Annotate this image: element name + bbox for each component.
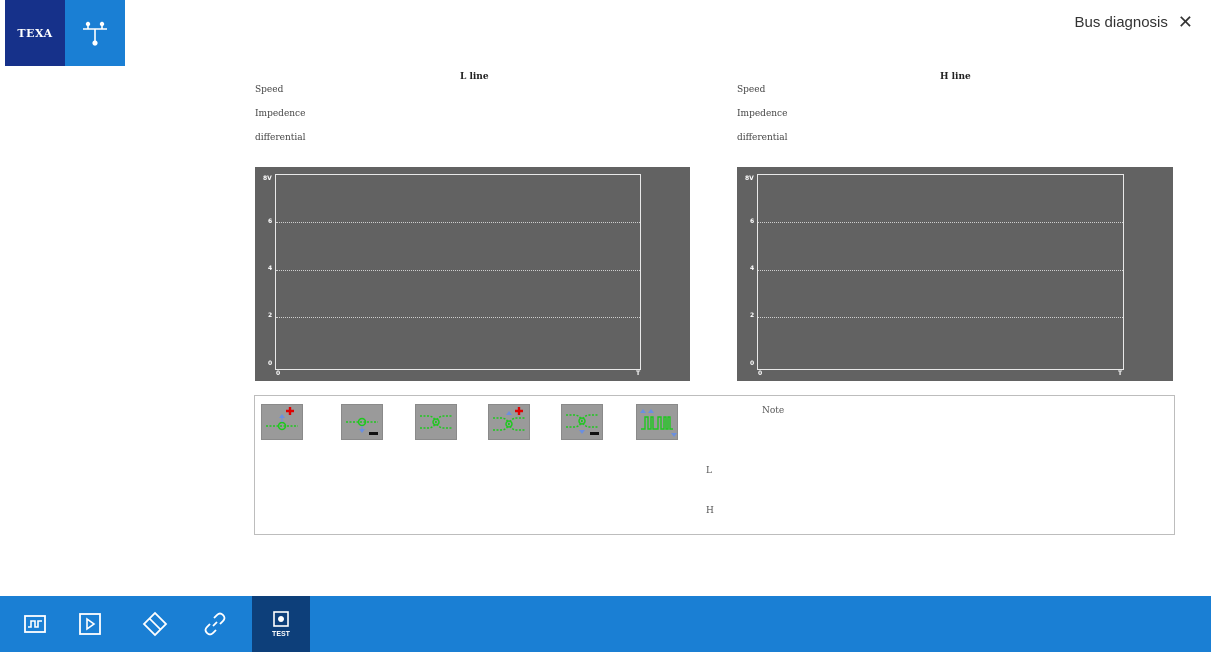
bottom-toolbar: TEST [0,596,1211,652]
line-connection-icon [420,415,452,429]
test-icon [273,610,289,627]
short-to-positive-button[interactable] [261,404,303,440]
l-line-plot-area [275,174,641,370]
short-to-ground-button[interactable] [341,404,383,440]
line-connection-ground-icon [566,414,599,435]
signal-waveform-icon [640,409,677,437]
play-button[interactable] [69,596,111,652]
l-differential-label: differential [255,133,306,143]
note-label: Note [762,406,785,416]
x-tick: 0 [758,370,763,377]
gridline [276,270,640,271]
gridline [758,270,1123,271]
line-connection-ground-button[interactable] [561,404,603,440]
signal-waveform-button[interactable] [636,404,678,440]
l-speed-label: Speed [255,85,284,95]
eraser-icon [142,611,168,637]
l-line-graph: 8V 6 4 2 0 0 T [255,167,690,381]
oscilloscope-icon [24,615,46,633]
y-tick: 0 [750,360,755,367]
texa-logo-text: TEXA [5,0,65,66]
y-tick: 4 [750,265,755,272]
y-tick: 0 [268,360,273,367]
y-tick: 2 [268,312,273,319]
h-line-plot-area [757,174,1124,370]
y-tick: 6 [750,218,755,225]
y-tick: 2 [750,312,755,319]
link-button[interactable] [194,596,236,652]
x-tick: T [636,370,641,377]
line-connection-positive-button[interactable] [488,404,530,440]
play-icon [79,613,101,635]
oscilloscope-button[interactable] [14,596,56,652]
test-panel: Note L H [254,395,1175,535]
h-line-title: H line [940,72,971,82]
gridline [276,222,640,223]
close-icon[interactable]: ✕ [1178,13,1193,31]
title-area: Bus diagnosis ✕ [1075,13,1194,31]
x-tick: T [1118,370,1123,377]
bus-network-icon [65,0,125,66]
tab-test-label: TEST [272,630,290,638]
eraser-button[interactable] [134,596,176,652]
y-tick: 8V [745,175,754,182]
tab-test[interactable]: TEST [252,596,310,652]
texa-logo: TEXA [5,0,125,66]
link-icon [204,612,226,636]
y-tick: 8V [263,175,272,182]
l-impedence-label: Impedence [255,109,306,119]
y-tick: 6 [268,218,273,225]
h-differential-label: differential [737,133,788,143]
h-result-label: H [706,506,714,516]
x-tick: 0 [276,370,281,377]
line-connection-button[interactable] [415,404,457,440]
gridline [758,317,1123,318]
h-line-graph: 8V 6 4 2 0 0 T [737,167,1173,381]
gridline [276,317,640,318]
y-tick: 4 [268,265,273,272]
l-line-title: L line [460,72,489,82]
h-impedence-label: Impedence [737,109,788,119]
l-result-label: L [706,466,712,476]
gridline [758,222,1123,223]
short-to-ground-icon [346,417,378,435]
short-to-positive-icon [266,407,298,431]
h-speed-label: Speed [737,85,766,95]
page-title: Bus diagnosis [1074,13,1168,31]
line-connection-positive-icon [493,407,525,431]
